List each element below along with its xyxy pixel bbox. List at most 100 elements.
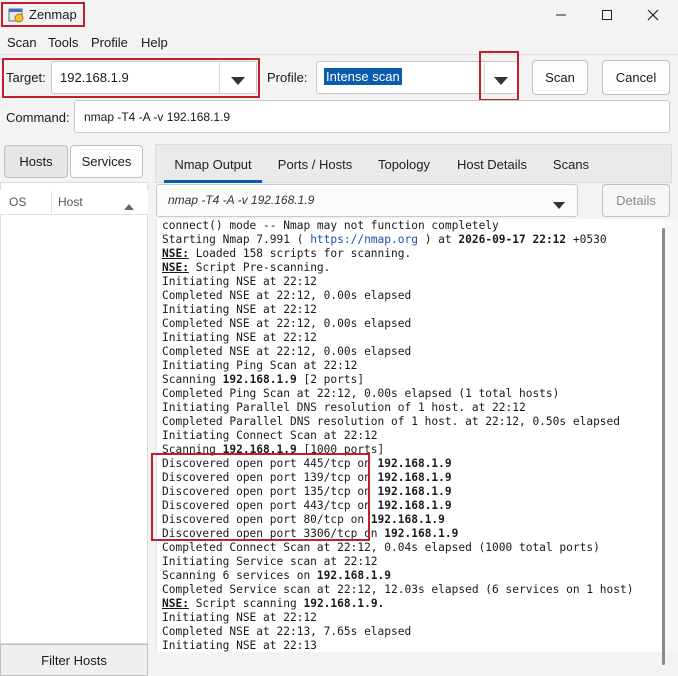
output-segment: Discovered open port 135/tcp on [162,485,378,498]
output-segment: [1000 ports] [296,443,385,456]
output-line: Initiating NSE at 22:12 [157,303,664,317]
cancel-button[interactable]: Cancel [602,60,670,95]
command-input[interactable]: nmap -T4 -A -v 192.168.1.9 [74,100,670,133]
output-scrollbar-thumb[interactable] [662,228,665,665]
output-line: Scanning 192.168.1.9 [1000 ports] [157,443,664,457]
output-segment: Completed NSE at 22:12, 0.00s elapsed [162,289,412,302]
target-input[interactable]: 192.168.1.9 [60,70,129,85]
tab-topology[interactable]: Topology [365,145,443,183]
output-segment: NSE: [162,247,189,260]
menu-tools[interactable]: Tools [48,35,78,51]
output-segment: Starting Nmap 7.991 ( [162,233,311,246]
output-segment: +0530 [566,233,607,246]
output-segment: Scanning [162,373,223,386]
output-segment: Scanning 6 services on [162,569,317,582]
output-line: Completed Connect Scan at 22:12, 0.04s e… [157,541,664,555]
target-dropdown-chevron-icon[interactable] [231,73,245,88]
output-line: NSE: Script Pre-scanning. [157,261,664,275]
tab-ports-hosts[interactable]: Ports / Hosts [271,145,359,183]
output-segment: Initiating Parallel DNS resolution of 1 … [162,401,526,414]
output-segment: 192.168.1.9 [316,569,392,582]
output-segment: Scanning [162,443,223,456]
output-line: Initiating Connect Scan at 22:12 [157,429,664,443]
menu-profile[interactable]: Profile [91,35,128,51]
hosts-tab-button[interactable]: Hosts [4,145,68,178]
target-divider [219,62,220,93]
output-line: Starting Nmap 7.991 ( https://nmap.org )… [157,233,664,247]
output-segment: Completed Connect Scan at 22:12, 0.04s e… [162,541,600,554]
output-line: Initiating NSE at 22:12 [157,611,664,625]
column-os[interactable]: OS [9,195,26,209]
maximize-button[interactable] [584,0,630,30]
nmap-output-text[interactable]: connect() mode -- Nmap may not function … [156,219,664,652]
output-segment: 192.168.1.9 [384,527,459,540]
output-segment: ) at [417,233,459,246]
host-list[interactable] [0,182,148,644]
output-segment: [2 ports] [296,373,365,386]
output-link[interactable]: https://nmap.org [310,233,418,246]
output-segment: connect() mode -- Nmap may not function … [162,219,499,232]
output-segment: Discovered open port 445/tcp on [162,457,378,470]
column-separator [51,191,52,213]
output-line: Discovered open port 445/tcp on 192.168.… [157,457,664,471]
menu-divider [0,54,678,55]
output-segment: Completed Ping Scan at 22:12, 0.00s elap… [162,387,560,400]
menu-scan[interactable]: Scan [7,35,37,51]
maximize-icon [602,10,612,20]
output-line: Scanning 192.168.1.9 [2 ports] [157,373,664,387]
output-segment: 192.168.1.9 [222,443,297,456]
output-segment: Initiating NSE at 22:13 [162,639,317,652]
output-segment: 192.168.1.9 [377,457,452,470]
minimize-button[interactable] [538,0,584,30]
menu-help[interactable]: Help [141,35,168,51]
output-line: connect() mode -- Nmap may not function … [157,219,664,233]
output-segment: Completed Service scan at 22:12, 12.03s … [162,583,634,596]
output-segment: Completed NSE at 22:12, 0.00s elapsed [162,317,412,330]
output-segment: 192.168.1.9 [370,513,445,526]
output-segment: Discovered open port 443/tcp on [162,499,378,512]
output-segment: 192.168.1.9 [222,373,297,386]
output-line: Initiating NSE at 22:13 [157,639,664,652]
profile-value[interactable]: Intense scan [324,68,402,85]
profile-dropdown-chevron-icon[interactable] [494,73,508,88]
output-segment: 192.168.1.9 [377,485,452,498]
output-line: Completed Ping Scan at 22:12, 0.00s elap… [157,387,664,401]
tab-scans[interactable]: Scans [545,145,597,183]
output-segment: Script scanning [188,597,304,610]
output-segment: Discovered open port 139/tcp on [162,471,378,484]
output-segment: Completed Parallel DNS resolution of 1 h… [162,415,621,428]
tab-host-details[interactable]: Host Details [451,145,533,183]
command-label: Command: [6,110,70,125]
close-button[interactable] [630,0,676,30]
output-segment: 192.168.1.9 [377,499,452,512]
output-segment: 2026-09-17 22:12 [458,233,567,246]
output-line: Discovered open port 443/tcp on 192.168.… [157,499,664,513]
output-line: Initiating NSE at 22:12 [157,331,664,345]
column-host[interactable]: Host [58,195,83,209]
minimize-icon [556,14,566,16]
tab-nmap-output[interactable]: Nmap Output [164,145,262,183]
output-line: Initiating Parallel DNS resolution of 1 … [157,401,664,415]
output-line: Discovered open port 80/tcp on 192.168.1… [157,513,664,527]
services-tab-button[interactable]: Services [70,145,143,178]
output-line: NSE: Script scanning 192.168.1.9. [157,597,664,611]
output-line: Completed NSE at 22:12, 0.00s elapsed [157,345,664,359]
output-segment: Script Pre-scanning. [188,261,331,274]
scan-button[interactable]: Scan [532,60,588,95]
details-button[interactable]: Details [602,184,670,217]
output-line: Initiating NSE at 22:12 [157,275,664,289]
output-line: NSE: Loaded 158 scripts for scanning. [157,247,664,261]
profile-label: Profile: [267,70,308,85]
output-scrollbar-track[interactable] [664,219,678,652]
output-line: Completed Service scan at 22:12, 12.03s … [157,583,664,597]
output-dropdown-chevron-icon[interactable] [553,197,565,212]
close-icon [647,9,659,21]
output-segment: Initiating Service scan at 22:12 [162,555,378,568]
output-segment: Discovered open port 3306/tcp on [162,527,385,540]
window-title: Zenmap [29,7,77,22]
output-segment: Initiating NSE at 22:12 [162,611,317,624]
output-line: Completed NSE at 22:13, 7.65s elapsed [157,625,664,639]
output-segment: 192.168.1.9 [377,471,452,484]
filter-hosts-button[interactable]: Filter Hosts [0,644,148,676]
output-segment: NSE: [162,261,189,274]
